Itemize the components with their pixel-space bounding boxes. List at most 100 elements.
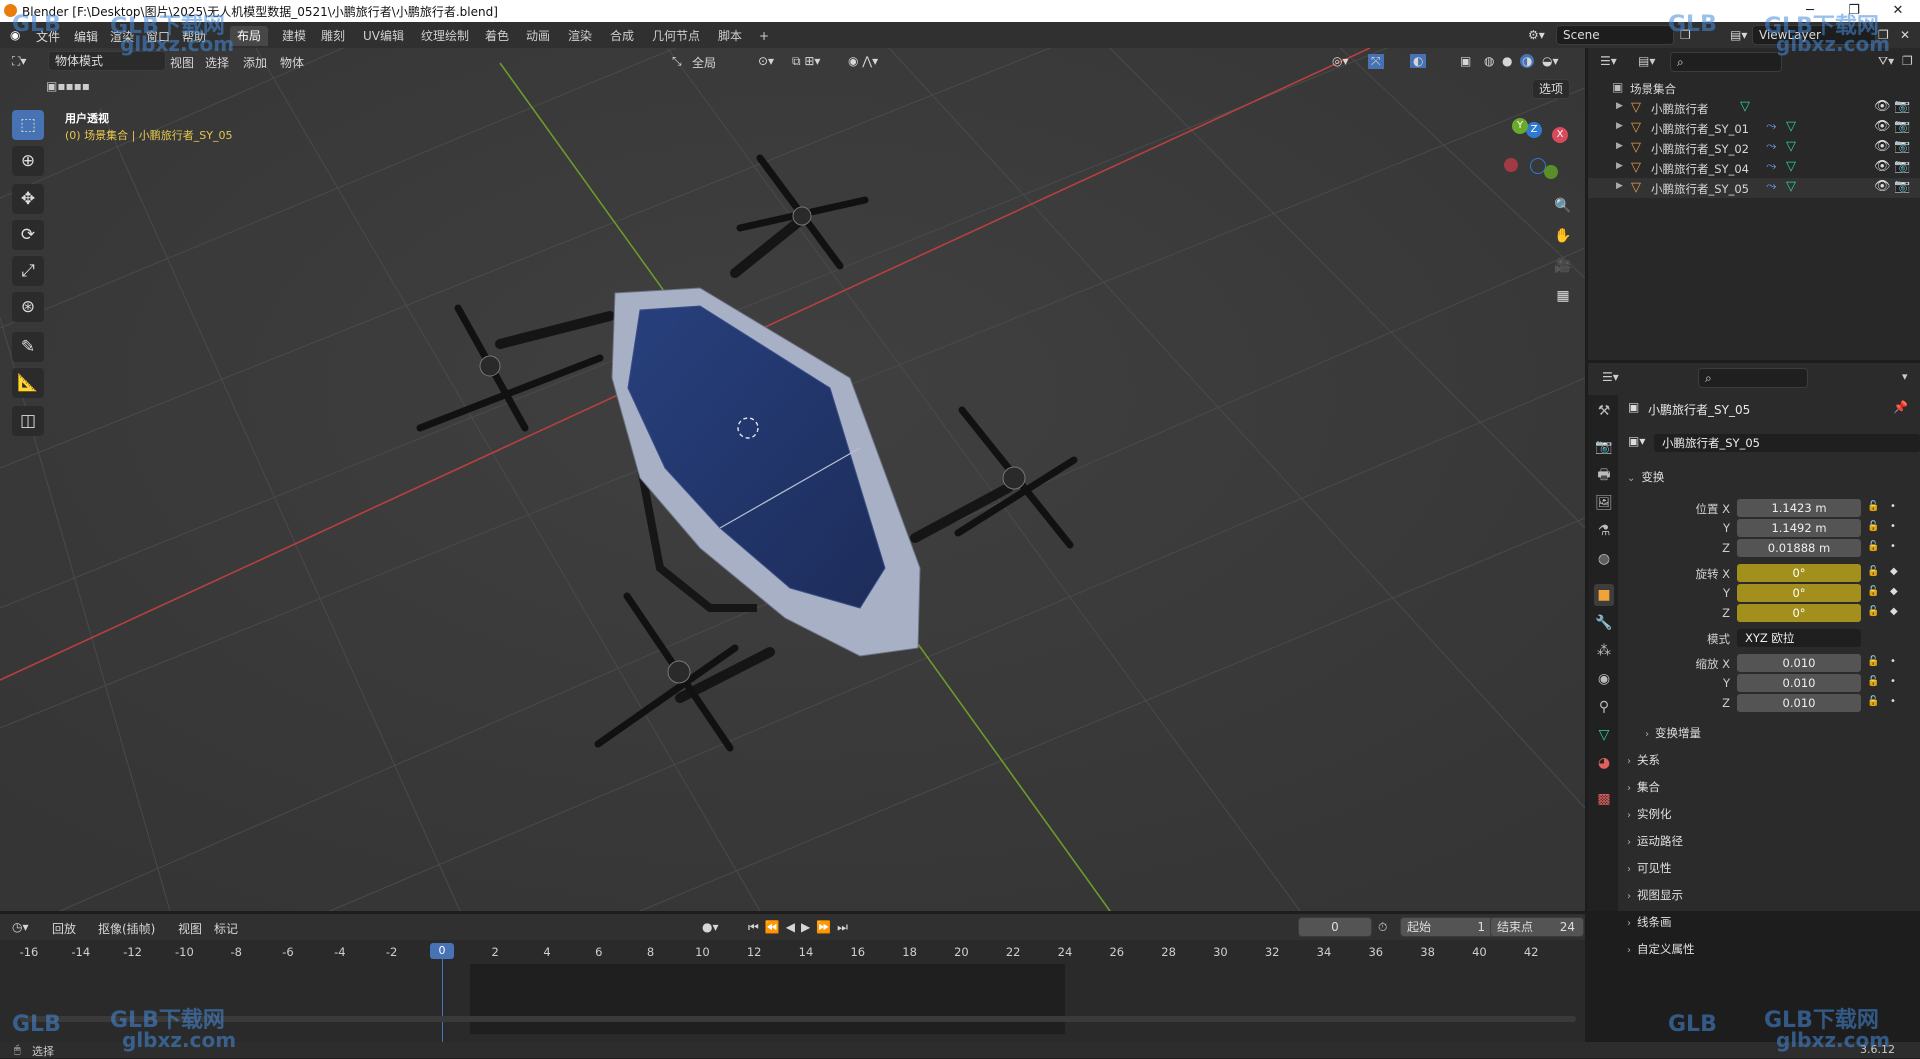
keyframe-diamond-icon[interactable]: ◆ [1890,586,1898,597]
orientation-icon[interactable]: ⤡ [672,54,682,69]
gizmo-neg-x-icon[interactable] [1504,158,1518,172]
outliner-item[interactable]: ▶ ▽ 小鹏旅行者 ▽ 👁 📷 [1588,98,1920,118]
current-frame-marker[interactable]: 0 [430,943,454,959]
xray-toggle-icon[interactable]: ▣ [1460,54,1471,68]
timeline-editor-icon[interactable]: ◷▾ [12,920,29,934]
menu-view[interactable]: 视图 [170,54,194,71]
render-camera-icon[interactable]: 📷 [1894,99,1910,114]
instancing-section-header[interactable]: › 实例化 [1627,803,1907,825]
pin-icon[interactable]: 📌 [1893,400,1908,414]
solid-shading-icon[interactable]: ● [1502,54,1512,68]
custom-properties-section-header[interactable]: › 自定义属性 [1627,938,1907,960]
timeline-scrollbar[interactable] [20,1016,1576,1022]
transform-orientation[interactable]: 全局 [692,54,716,71]
scene-tab-icon[interactable]: ⚗ [1594,520,1614,542]
scale-y-field[interactable]: 0.010 [1737,674,1861,692]
physics-tab-icon[interactable]: ◉ [1594,668,1614,690]
outliner-item[interactable]: ▶ ▽ 小鹏旅行者_SY_02 ⤳ ▽ 👁 📷 [1588,138,1920,158]
material-tab-icon[interactable]: ◕ [1594,752,1614,774]
pivot-icon[interactable]: ⊙▾ [758,54,774,68]
scale-tool[interactable]: ⤢ [12,256,44,286]
keyframe-dot-icon[interactable]: • [1890,696,1896,707]
menu-edit[interactable]: 编辑 [74,28,98,45]
render-camera-icon[interactable]: 📷 [1894,159,1910,174]
tab-scripting[interactable]: 脚本 [711,26,749,46]
outliner-editor-icon[interactable]: ☰▾ [1600,54,1617,68]
gizmo-x-icon[interactable]: X [1552,127,1568,143]
data-tab-icon[interactable]: ▽ [1594,724,1614,746]
rotation-x-field[interactable]: 0° [1737,564,1861,582]
add-cube-tool[interactable]: ◫ [12,406,44,436]
proportional-edit-icon[interactable]: ◉ ⋀▾ [848,54,878,68]
navigation-gizmo[interactable]: Z Y X [1504,118,1574,188]
viewport-display-section-header[interactable]: › 视图显示 [1627,884,1907,906]
tab-layout[interactable]: 布局 [230,26,269,46]
menu-select[interactable]: 选择 [205,54,229,71]
visibility-eye-icon[interactable]: 👁 [1874,139,1891,154]
visibility-eye-icon[interactable]: 👁 [1874,99,1891,114]
tab-uv-editing[interactable]: UV编辑 [356,26,411,46]
annotate-tool[interactable]: ✎ [12,332,44,362]
selection-mode-icons[interactable]: ▣▪▪▪▪ [46,79,90,93]
transform-tool[interactable]: ⊛ [12,292,44,322]
add-workspace-button[interactable]: + [752,26,776,46]
keyframe-diamond-icon[interactable]: ◆ [1890,606,1898,617]
3d-viewport[interactable] [0,48,1585,911]
scale-z-field[interactable]: 0.010 [1737,694,1861,712]
view-layer-tab-icon[interactable]: 🖼 [1594,492,1614,514]
remove-viewlayer-icon[interactable]: ✕ [1900,28,1910,42]
start-frame-field[interactable]: 起始 1 [1400,917,1494,937]
keyframe-diamond-icon[interactable]: ◆ [1890,566,1898,577]
properties-editor-icon[interactable]: ☰▾ [1602,370,1619,384]
keyframe-dot-icon[interactable]: • [1890,676,1896,687]
texture-tab-icon[interactable]: ▩ [1594,788,1614,810]
end-frame-field[interactable]: 结束点 24 [1490,917,1584,937]
lock-icon[interactable]: 🔓 [1867,586,1879,597]
delta-transform-subpanel[interactable]: › 变换增量 [1645,722,1920,744]
tab-sculpting[interactable]: 雕刻 [314,26,352,46]
new-collection-icon[interactable]: ❐ [1902,54,1913,68]
cursor-tool[interactable]: ⊕ [12,146,44,176]
menu-add[interactable]: 添加 [243,54,267,71]
measure-tool[interactable]: 📐 [12,368,44,398]
lock-icon[interactable]: 🔓 [1867,501,1879,512]
perspective-grid-icon[interactable]: ▦ [1551,284,1575,308]
location-y-field[interactable]: 1.1492 m [1737,519,1861,537]
material-shading-icon[interactable]: ◑ [1520,54,1535,68]
transform-section-header[interactable]: ⌄ 变换 [1627,466,1907,488]
lock-icon[interactable]: 🔓 [1867,606,1879,617]
display-mode-icon[interactable]: ▤▾ [1638,54,1655,68]
keying-menu[interactable]: 抠像(插帧) [98,920,155,937]
outliner-root-row[interactable]: ▣ 场景集合 [1588,78,1920,98]
rotation-y-field[interactable]: 0° [1737,584,1861,602]
location-x-field[interactable]: 1.1423 m [1737,499,1861,517]
object-browse-icon[interactable]: ▣▾ [1628,434,1645,448]
playback-controls[interactable]: ⏮⏪◀▶⏩⏭ [748,920,854,935]
location-z-field[interactable]: 0.01888 m [1737,539,1861,557]
keyframe-dot-icon[interactable]: • [1890,656,1896,667]
viewlayer-icon[interactable]: ▤▾ [1730,28,1747,42]
current-frame-field[interactable]: 0 [1298,917,1372,937]
render-tab-icon[interactable]: 📷 [1594,436,1614,458]
outliner-item[interactable]: ▶ ▽ 小鹏旅行者_SY_04 ⤳ ▽ 👁 📷 [1588,158,1920,178]
visibility-eye-icon[interactable]: 👁 [1874,179,1891,194]
render-camera-icon[interactable]: 📷 [1894,119,1910,134]
lock-icon[interactable]: 🔓 [1867,541,1879,552]
tab-modeling[interactable]: 建模 [275,26,313,46]
tab-rendering[interactable]: 渲染 [561,26,599,46]
gizmo-y-icon[interactable]: Y [1512,118,1528,134]
gizmo-toggle-icon[interactable]: ⤧ [1368,54,1384,69]
modifier-tab-icon[interactable]: 🔧 [1594,612,1614,634]
constraints-tab-icon[interactable]: ⚲ [1594,696,1614,718]
render-camera-icon[interactable]: 📷 [1894,139,1910,154]
output-tab-icon[interactable]: 🖶 [1594,464,1614,486]
rotation-z-field[interactable]: 0° [1737,604,1861,622]
stopwatch-icon[interactable]: ⏱ [1378,920,1387,935]
rotate-tool[interactable]: ⟳ [12,220,44,250]
tab-compositing[interactable]: 合成 [603,26,641,46]
expand-arrow-icon[interactable]: ▶ [1616,121,1623,131]
camera-view-icon[interactable]: 🎥 [1551,254,1575,278]
line-art-section-header[interactable]: › 线条画 [1627,911,1907,933]
properties-search-input[interactable]: ⌕ [1698,368,1808,388]
timeline-view-menu[interactable]: 视图 [178,920,202,937]
